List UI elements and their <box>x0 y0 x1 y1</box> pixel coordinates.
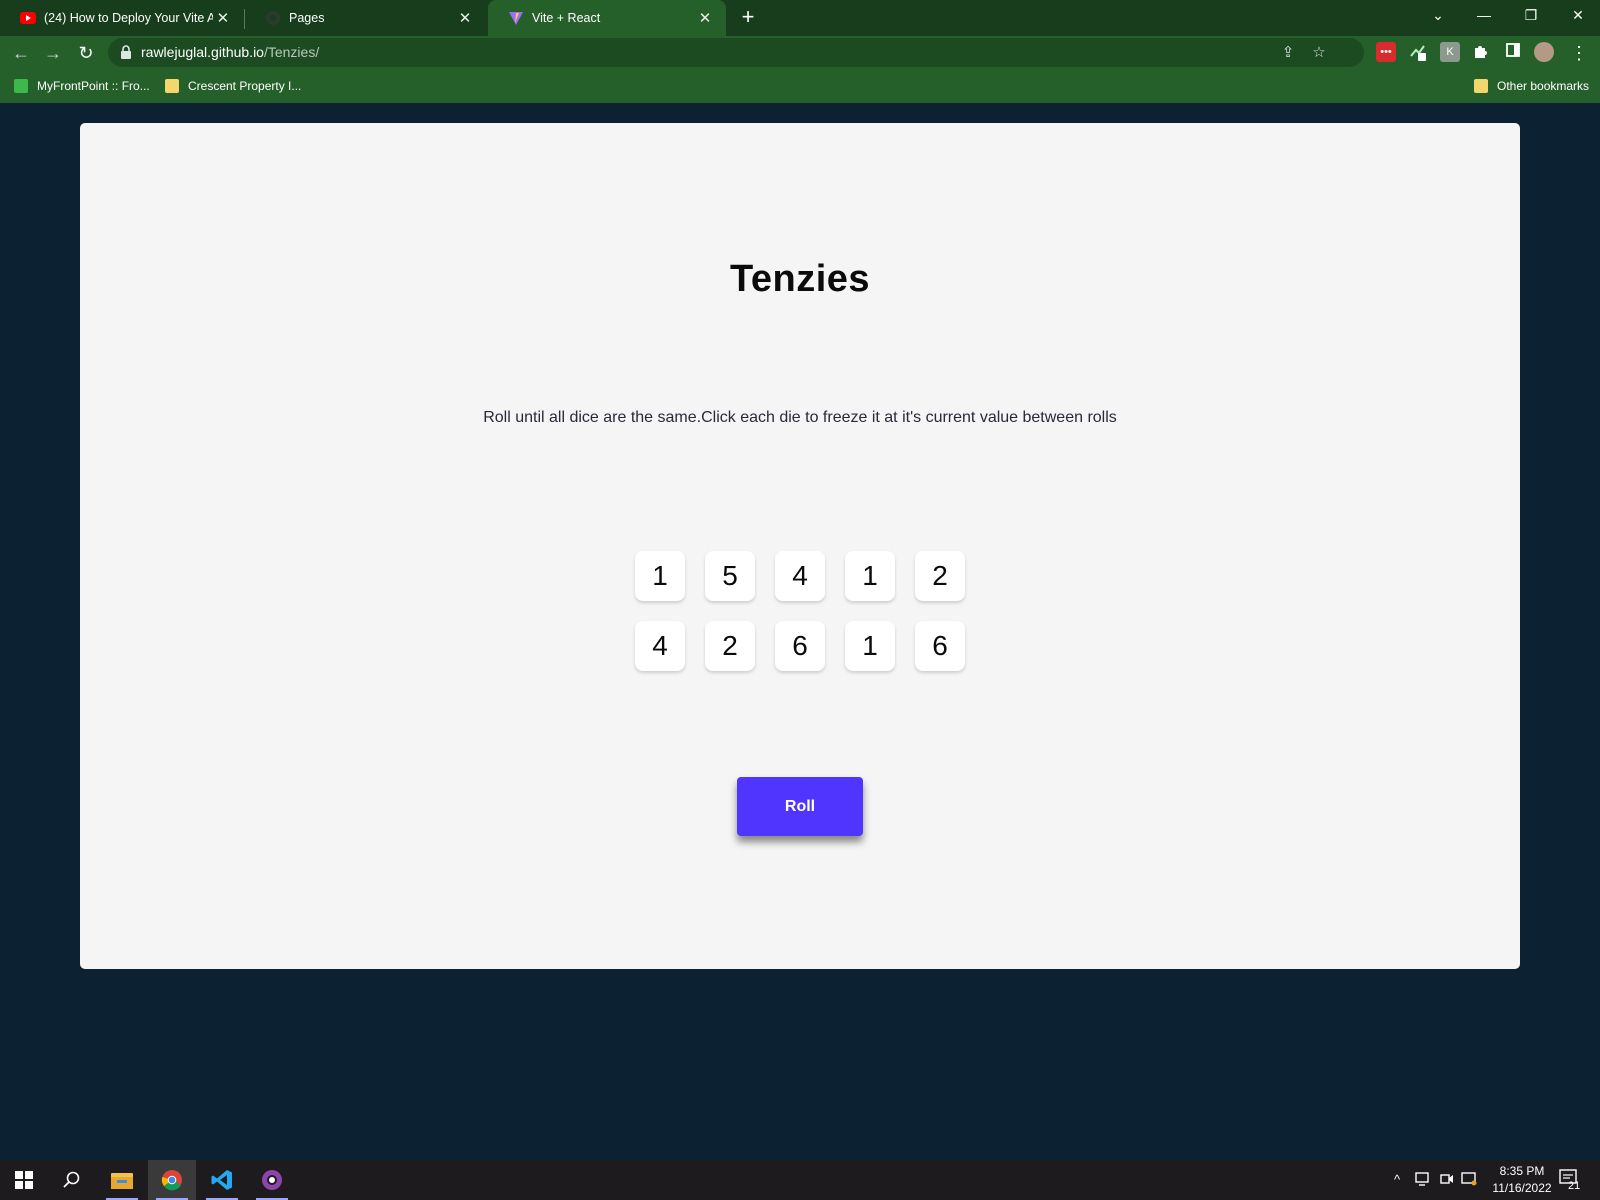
system-clock[interactable]: 8:35 PM 11/16/2022 <box>1484 1163 1560 1197</box>
die[interactable]: 5 <box>705 551 755 601</box>
die[interactable]: 6 <box>775 621 825 671</box>
minimize-button[interactable]: — <box>1462 0 1506 30</box>
github-icon <box>265 10 281 26</box>
url-text[interactable]: rawlejuglal.github.io/Tenzies/ <box>141 44 319 60</box>
bookmark-crescent-property[interactable]: Crescent Property I... <box>165 76 301 96</box>
notification-count: 21 <box>1568 1180 1581 1192</box>
profile-avatar[interactable] <box>1534 42 1554 62</box>
chrome-menu-icon[interactable]: ⋮ <box>1566 40 1592 66</box>
restore-button[interactable]: ❐ <box>1509 0 1553 30</box>
die[interactable]: 1 <box>845 551 895 601</box>
display-icon[interactable] <box>1461 1172 1477 1189</box>
k-extension-icon[interactable]: K <box>1440 42 1460 62</box>
bookmark-myfrontpoint[interactable]: MyFrontPoint :: Fro... <box>14 76 150 96</box>
folder-icon <box>165 79 179 93</box>
tab-title: Vite + React <box>532 11 601 25</box>
share-icon[interactable]: ⇪ <box>1278 43 1298 63</box>
extension-icon[interactable] <box>1408 42 1428 62</box>
browser-chrome: (24) How to Deploy Your Vite App ✕ Pages… <box>0 0 1600 103</box>
tab-search-button[interactable]: ⌄ <box>1416 0 1460 30</box>
taskbar: ^ 8:35 PM 11/16/2022 21 <box>0 1160 1600 1200</box>
puzzle-extensions-icon[interactable] <box>1471 42 1491 62</box>
die[interactable]: 1 <box>845 621 895 671</box>
die[interactable]: 1 <box>635 551 685 601</box>
folder-icon <box>1474 79 1488 93</box>
url-host: rawlejuglal.github.io <box>141 44 264 60</box>
back-button[interactable]: ← <box>8 40 34 66</box>
tab-youtube[interactable]: (24) How to Deploy Your Vite App ✕ <box>0 0 243 36</box>
clock-date: 11/16/2022 <box>1492 1181 1552 1195</box>
lastpass-extension-icon[interactable]: ••• <box>1376 42 1396 62</box>
search-icon[interactable] <box>48 1160 96 1200</box>
side-panel-icon[interactable] <box>1503 42 1523 62</box>
meet-now-icon[interactable] <box>1440 1172 1454 1189</box>
die[interactable]: 2 <box>915 551 965 601</box>
roll-button[interactable]: Roll <box>737 777 863 836</box>
other-bookmarks[interactable]: Other bookmarks <box>1474 76 1589 96</box>
reload-button[interactable]: ↻ <box>73 40 99 66</box>
myfrontpoint-icon <box>14 79 28 93</box>
die[interactable]: 6 <box>915 621 965 671</box>
tenzies-card: Tenzies Roll until all dice are the same… <box>80 123 1520 969</box>
forward-button[interactable]: → <box>40 40 66 66</box>
tab-strip: (24) How to Deploy Your Vite App ✕ Pages… <box>0 0 1600 36</box>
github-desktop-icon[interactable] <box>248 1160 296 1200</box>
dice-grid: 1 5 4 1 2 4 2 6 1 6 <box>635 551 965 671</box>
youtube-icon <box>20 10 36 26</box>
die[interactable]: 4 <box>775 551 825 601</box>
die[interactable]: 2 <box>705 621 755 671</box>
new-tab-button[interactable]: + <box>736 6 760 30</box>
chrome-icon[interactable] <box>148 1160 196 1200</box>
address-bar[interactable]: rawlejuglal.github.io/Tenzies/ ⇪ ☆ <box>108 38 1364 67</box>
tab-title: Pages <box>289 11 325 25</box>
instructions-text: Roll until all dice are the same.Click e… <box>483 409 1117 426</box>
tab-title: (24) How to Deploy Your Vite App <box>44 11 213 25</box>
bookmarks-bar: MyFrontPoint :: Fro... Crescent Property… <box>0 70 1600 102</box>
tab-close-icon[interactable]: ✕ <box>694 9 716 27</box>
lock-icon <box>120 45 132 64</box>
other-bookmarks-label: Other bookmarks <box>1497 79 1590 93</box>
tab-close-icon[interactable]: ✕ <box>213 9 233 27</box>
tab-close-icon[interactable]: ✕ <box>454 9 476 27</box>
bookmark-label: Crescent Property I... <box>188 79 302 93</box>
file-explorer-icon[interactable] <box>98 1160 146 1200</box>
bookmark-star-icon[interactable]: ☆ <box>1309 43 1329 63</box>
vite-icon <box>508 10 524 26</box>
windows-start-icon[interactable] <box>0 1160 48 1200</box>
page-title: Tenzies <box>729 258 871 300</box>
bookmark-label: MyFrontPoint :: Fro... <box>37 79 150 93</box>
url-path: /Tenzies/ <box>263 44 320 60</box>
die[interactable]: 4 <box>635 621 685 671</box>
vscode-icon[interactable] <box>198 1160 246 1200</box>
close-window-button[interactable]: ✕ <box>1556 0 1600 30</box>
tab-pages[interactable]: Pages ✕ <box>245 0 486 36</box>
clock-time: 8:35 PM <box>1499 1164 1545 1178</box>
tab-vite-react[interactable]: Vite + React ✕ <box>488 0 726 36</box>
network-icon[interactable] <box>1415 1172 1431 1189</box>
tray-expand-icon[interactable]: ^ <box>1394 1172 1400 1187</box>
